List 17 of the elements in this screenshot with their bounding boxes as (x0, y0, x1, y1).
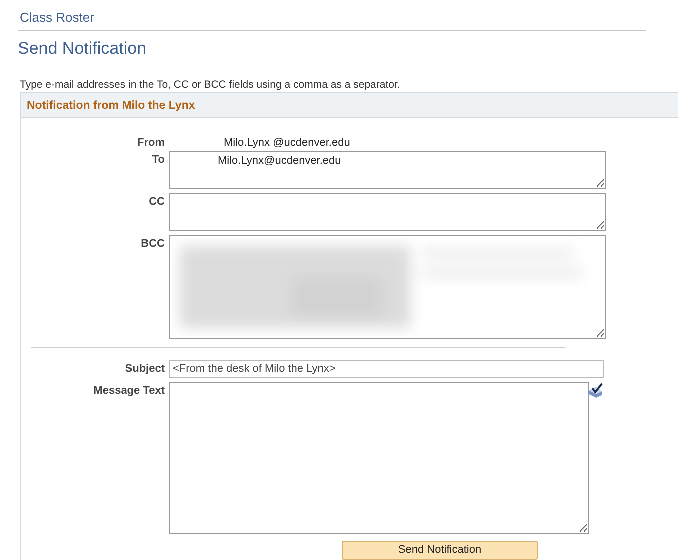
field-label: From (136, 136, 166, 149)
field-label: To (151, 153, 166, 166)
to-field[interactable]: Milo.Lynx@ucdenver.edu (169, 151, 606, 189)
breadcrumb-title: Class Roster (19, 9, 96, 27)
sender-address: Milo.Lynx @ucdenver.edu (223, 136, 350, 149)
field-label: Subject (124, 362, 166, 375)
subject-field[interactable]: <From the desk of Milo the Lynx> (169, 360, 604, 378)
field-label: Message Text (92, 384, 166, 397)
instructions-text: Type e-mail addresses in the To, CC or BCC fields using a comma as a separator. (20, 79, 402, 91)
message-field[interactable] (169, 382, 589, 534)
cc-field[interactable] (169, 193, 606, 231)
field-label: CC (148, 195, 166, 208)
send-notification-button[interactable]: Send Notification (342, 540, 538, 560)
spell-check-icon[interactable] (587, 382, 604, 399)
page-title: Send Notification (18, 39, 148, 59)
panel-title: Notification from Milo the Lynx (27, 100, 196, 112)
field-label: BCC (140, 237, 166, 250)
